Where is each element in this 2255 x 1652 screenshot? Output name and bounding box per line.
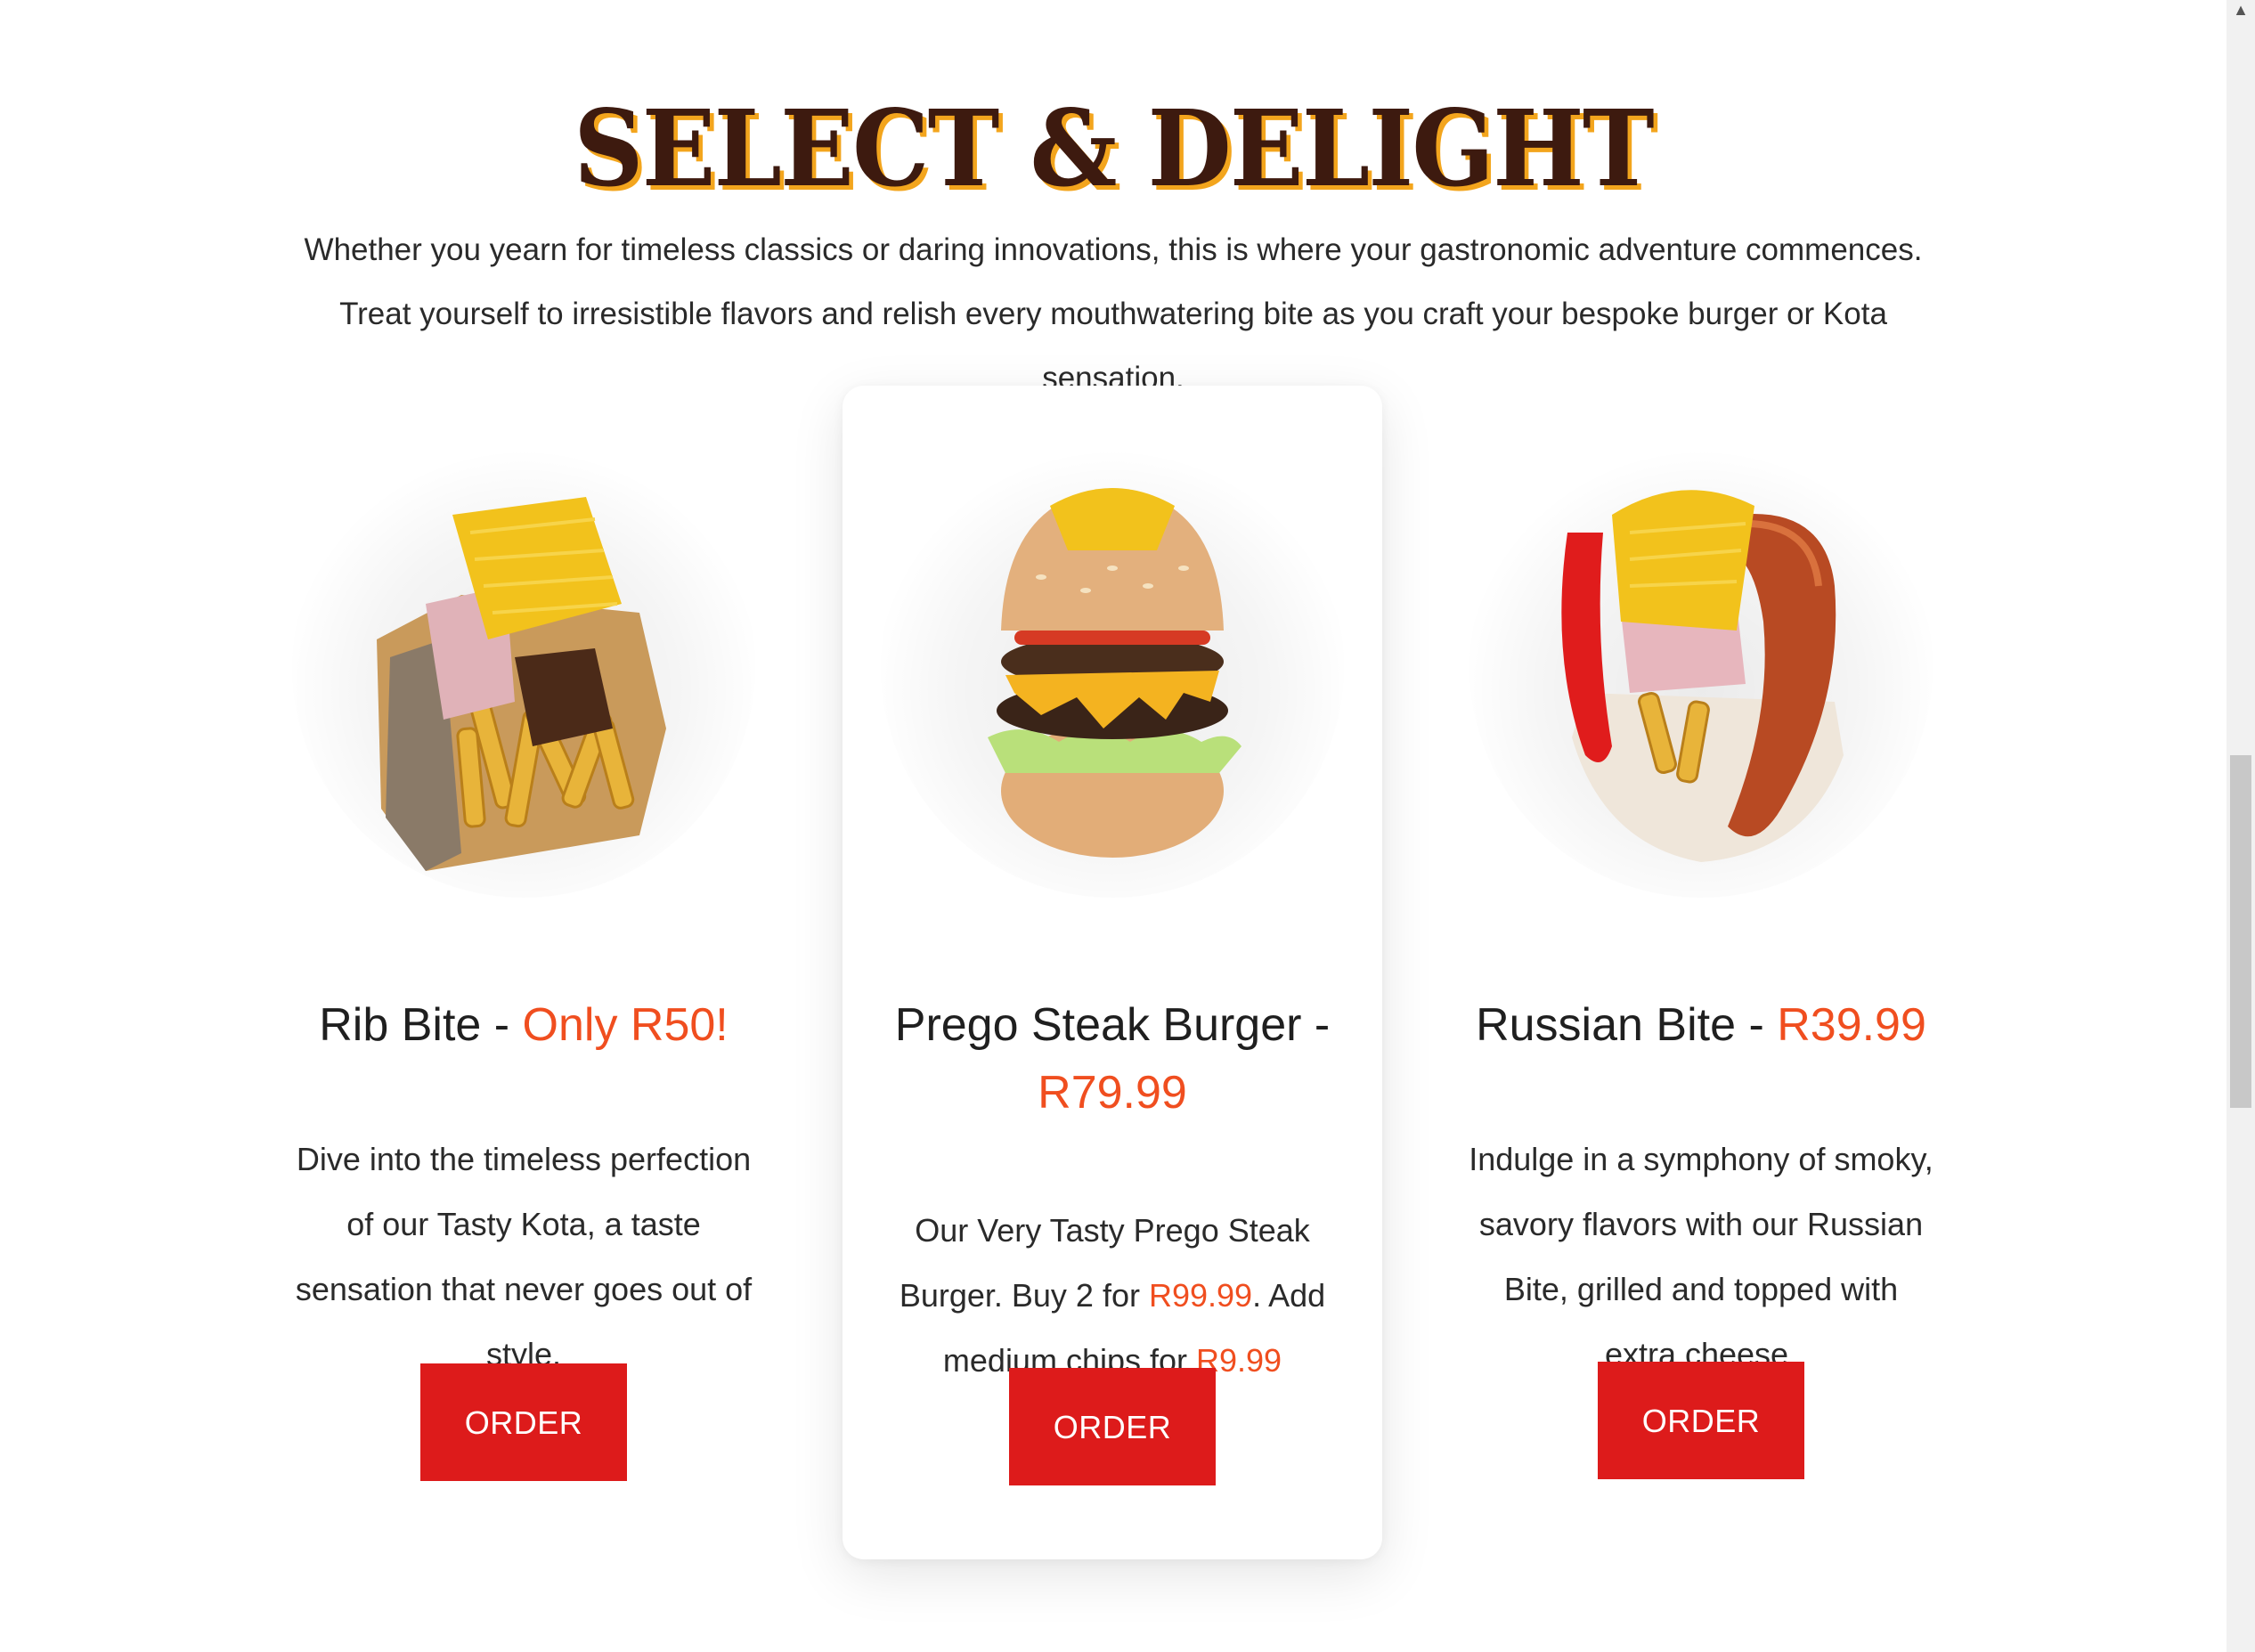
- product-description: Indulge in a symphony of smoky, savory f…: [1469, 1141, 1933, 1372]
- section-subtitle: Whether you yearn for timeless classics …: [304, 232, 1923, 395]
- russian-bite-image: [1469, 435, 1933, 898]
- product-card-russian-bite: Russian Bite - R39.99 Indulge in a symph…: [1431, 386, 1971, 1559]
- order-now-button[interactable]: ORDER NOW: [420, 1363, 627, 1558]
- menu-section: SELECT & DELIGHT Whether you yearn for t…: [0, 0, 2227, 1652]
- prego-steak-burger-image: [881, 435, 1344, 898]
- section-title: SELECT & DELIGHT: [574, 86, 1654, 211]
- scroll-up-icon[interactable]: ▲: [2227, 0, 2255, 20]
- product-name: Prego Steak Burger -: [894, 999, 1331, 1051]
- product-card-rib-bite: Rib Bite - Only R50! Dive into the timel…: [254, 386, 794, 1559]
- product-title: Russian Bite - R39.99: [1449, 991, 1953, 1059]
- product-description: Dive into the timeless perfection of our…: [295, 1141, 753, 1372]
- order-now-button[interactable]: ORDER NOW: [1598, 1362, 1804, 1557]
- scrollbar-thumb[interactable]: [2230, 755, 2251, 1108]
- product-price: R79.99: [1038, 1067, 1187, 1119]
- product-card-prego-steak-burger: Prego Steak Burger - R79.99 Our Very Tas…: [843, 386, 1382, 1563]
- product-description: Our Very Tasty Prego Steak Burger. Buy 2…: [878, 1198, 1347, 1393]
- product-price: R39.99: [1777, 999, 1926, 1051]
- product-name: Rib Bite -: [319, 999, 523, 1051]
- product-price: Only R50!: [522, 999, 729, 1051]
- product-name: Russian Bite -: [1476, 999, 1778, 1051]
- bundle-price: R99.99: [1148, 1277, 1253, 1314]
- product-title: Prego Steak Burger - R79.99: [860, 991, 1364, 1127]
- product-title: Rib Bite - Only R50!: [272, 991, 776, 1059]
- scrollbar[interactable]: ▲: [2227, 0, 2255, 1652]
- rib-bite-image: [292, 435, 755, 898]
- order-now-button[interactable]: ORDER NOW: [1009, 1368, 1216, 1563]
